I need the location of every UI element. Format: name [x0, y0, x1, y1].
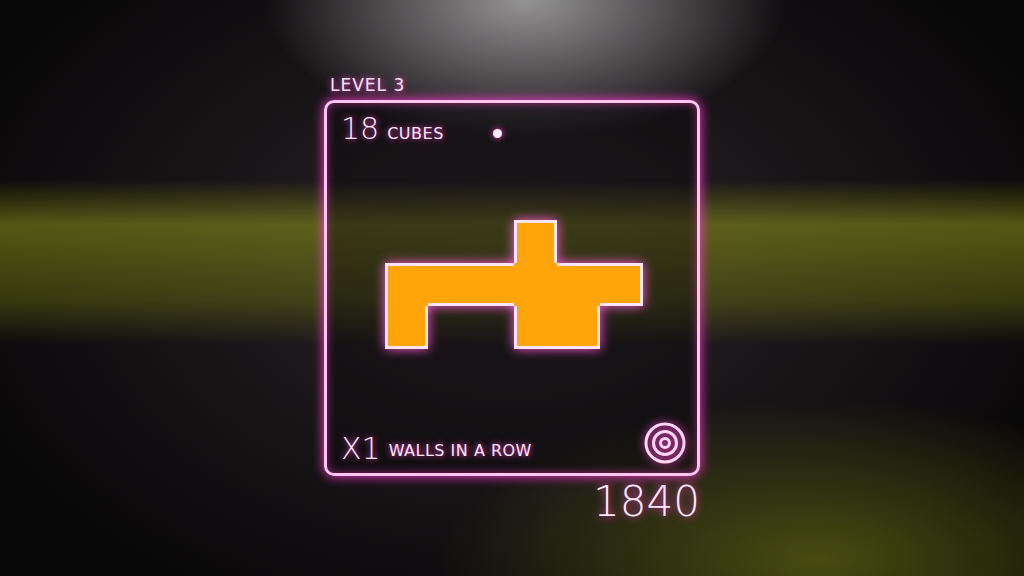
cubes-count: 18: [341, 111, 379, 147]
hole-cell: [428, 306, 471, 349]
hole-cell: [557, 263, 600, 306]
wall-hole: [385, 220, 643, 349]
hole-cell: [514, 263, 557, 306]
level-label: LEVEL 3: [324, 74, 700, 96]
hole-cell: [471, 220, 514, 263]
hole-cell: [514, 306, 557, 349]
hole-cell: [428, 220, 471, 263]
wall-area: [341, 147, 687, 421]
cubes-counter: 18 CUBES: [341, 111, 687, 147]
hud: LEVEL 3 18 CUBES X1 WALLS IN A ROW 1840: [324, 74, 700, 576]
hole-cell: [385, 220, 428, 263]
hole-cell: [385, 306, 428, 349]
cubes-label: CUBES: [387, 122, 444, 146]
hole-cell: [557, 306, 600, 349]
hole-cell: [471, 263, 514, 306]
hole-cell: [600, 263, 643, 306]
game-scene: LEVEL 3 18 CUBES X1 WALLS IN A ROW 1840: [0, 0, 1024, 576]
hole-cell: [600, 220, 643, 263]
hole-cell: [385, 263, 428, 306]
wall-frame: 18 CUBES X1 WALLS IN A ROW: [324, 100, 700, 476]
target-icon: [643, 421, 687, 465]
hole-cell: [600, 306, 643, 349]
score: 1840: [593, 478, 700, 526]
hole-cell: [428, 263, 471, 306]
player-dot: [493, 129, 502, 138]
hole-cell: [557, 220, 600, 263]
hole-cell: [514, 220, 557, 263]
streak-label: WALLS IN A ROW: [389, 439, 532, 467]
hole-cell: [471, 306, 514, 349]
streak-multiplier: X1: [341, 431, 381, 467]
streak-bar: X1 WALLS IN A ROW: [341, 421, 687, 467]
